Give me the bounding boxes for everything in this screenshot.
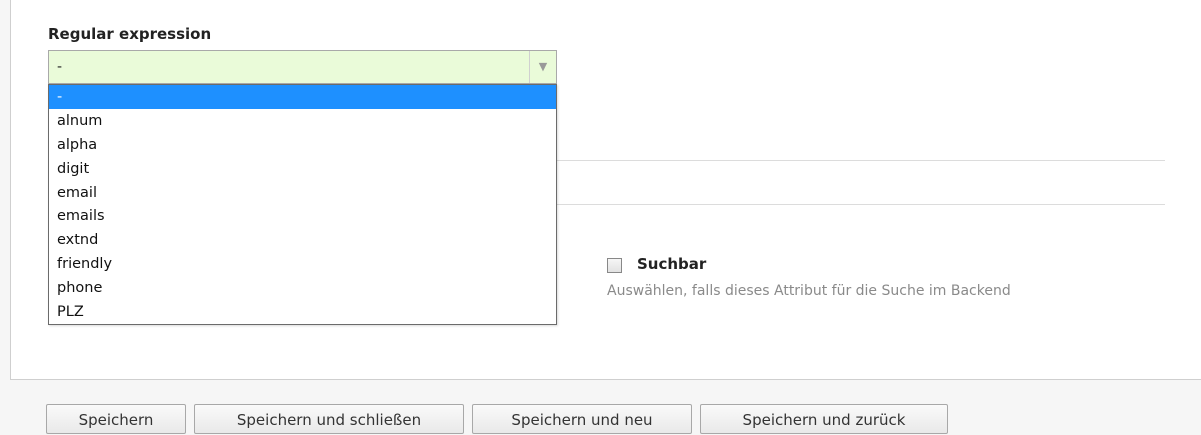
regex-dropdown-list: - alnum alpha digit email emails extnd f… (48, 84, 557, 325)
regex-select-value: - (57, 59, 63, 75)
dropdown-option[interactable]: extnd (49, 228, 556, 252)
dropdown-option[interactable]: email (49, 181, 556, 205)
dropdown-option[interactable]: friendly (49, 252, 556, 276)
regex-field-label: Regular expression (48, 25, 212, 43)
dropdown-option[interactable]: - (49, 85, 556, 109)
regex-select[interactable]: - ▼ (48, 50, 557, 84)
dropdown-option[interactable]: alpha (49, 133, 556, 157)
dropdown-option[interactable]: alnum (49, 109, 556, 133)
dropdown-option[interactable]: PLZ (49, 300, 556, 324)
chevron-down-icon[interactable]: ▼ (529, 51, 556, 83)
dropdown-option[interactable]: emails (49, 204, 556, 228)
dropdown-option[interactable]: digit (49, 157, 556, 181)
section-divider (557, 204, 1165, 205)
dropdown-option[interactable]: phone (49, 276, 556, 300)
searchable-label: Suchbar (637, 255, 707, 273)
searchable-help-text: Auswählen, falls dieses Attribut für die… (607, 283, 1011, 299)
section-divider (557, 160, 1165, 161)
searchable-checkbox[interactable] (607, 258, 622, 273)
